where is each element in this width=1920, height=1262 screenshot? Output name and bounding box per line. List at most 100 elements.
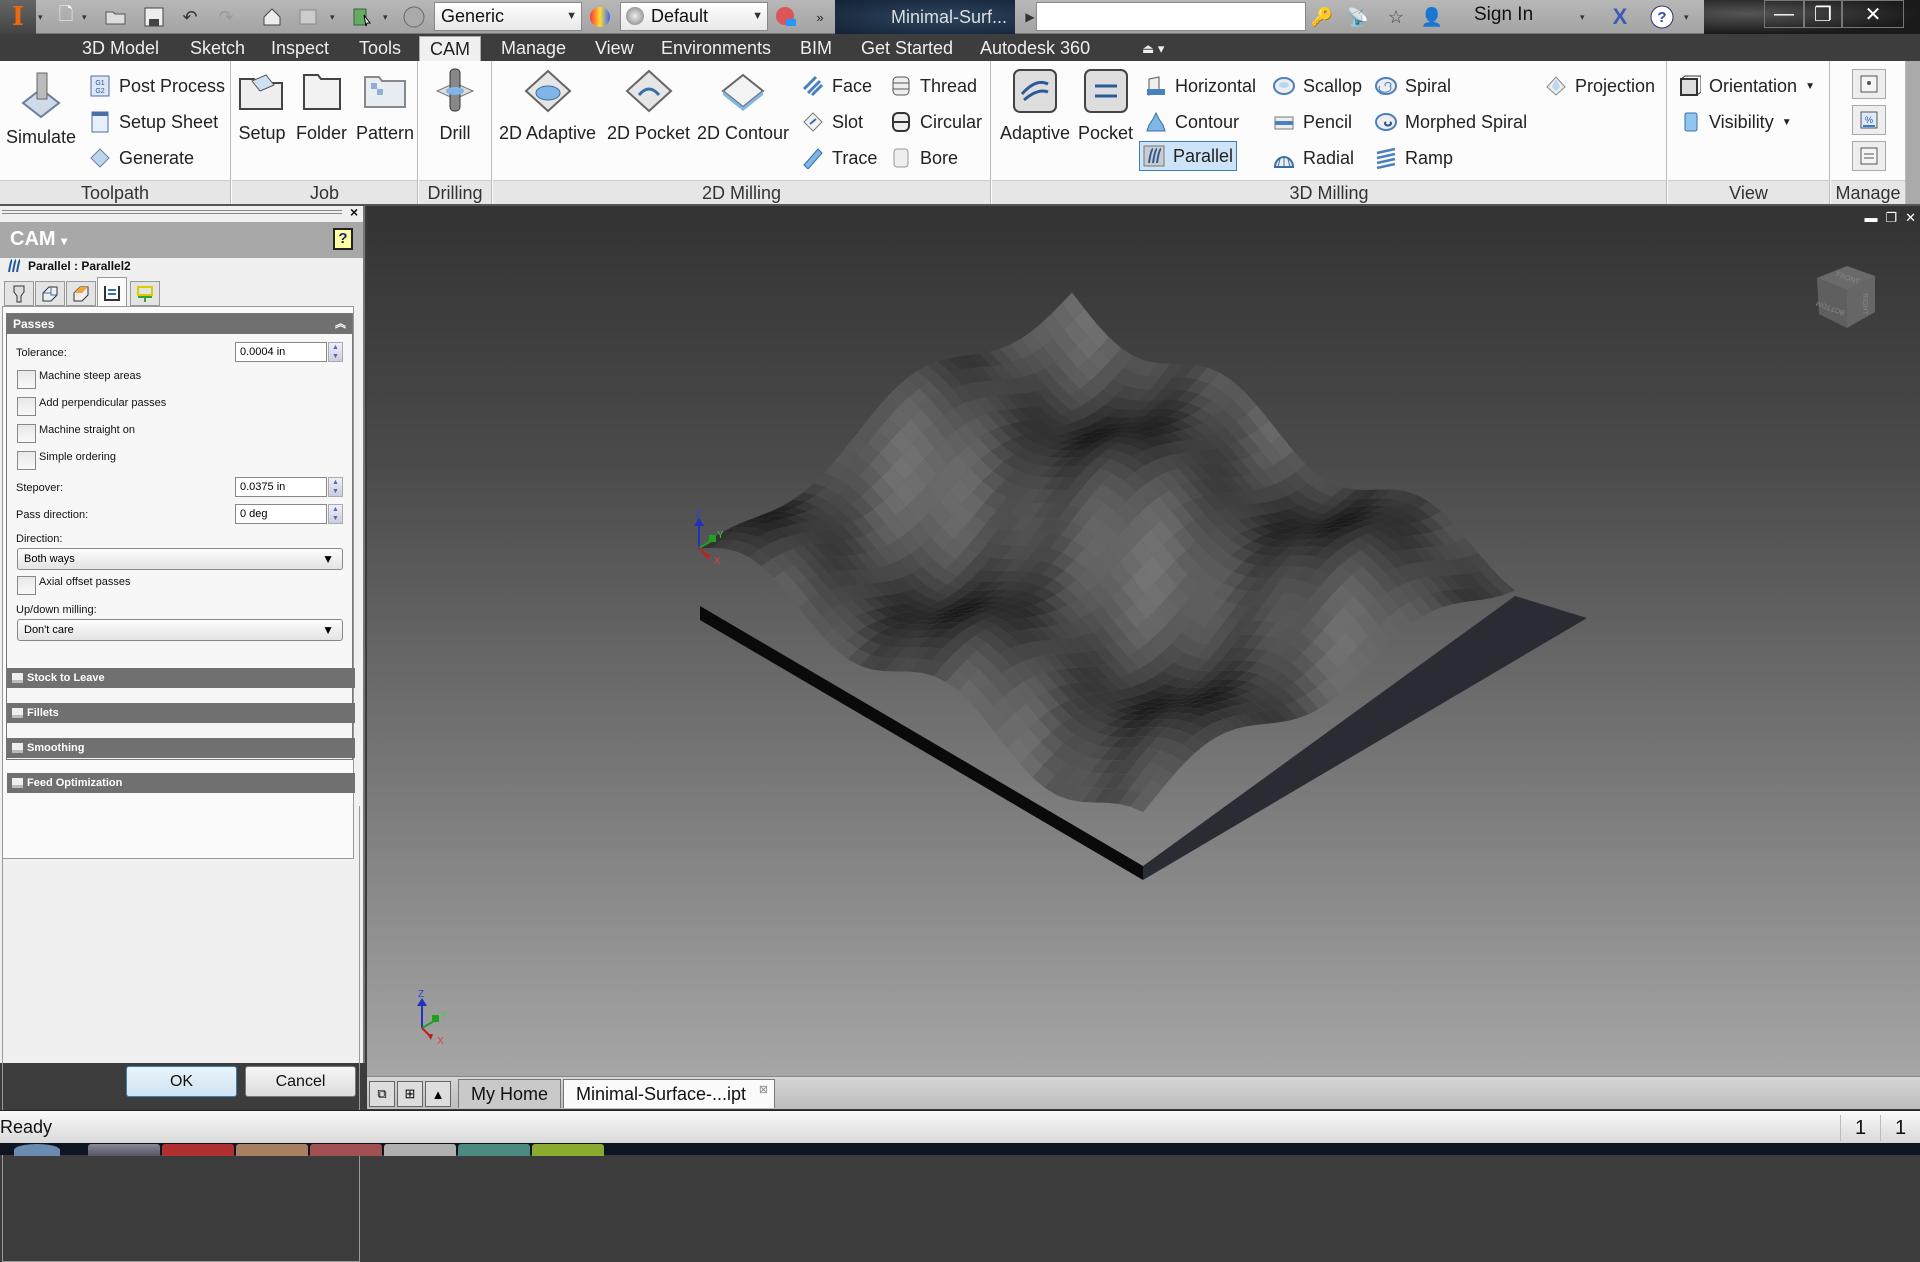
2d-adaptive-button[interactable]: 2D Adaptive bbox=[499, 67, 596, 144]
taskbar-app-4[interactable] bbox=[310, 1144, 382, 1156]
inventor-app-icon[interactable]: I bbox=[0, 0, 36, 34]
new-file-icon[interactable]: 🗋 bbox=[54, 4, 78, 29]
tab-sketch[interactable]: Sketch bbox=[184, 36, 251, 61]
start-button[interactable] bbox=[14, 1144, 60, 1156]
more-tools-icon[interactable]: » bbox=[808, 5, 832, 29]
restore-icon[interactable]: ❐ bbox=[1885, 210, 1897, 226]
section-feed-optimization[interactable]: Feed Optimization bbox=[7, 773, 355, 793]
spinner-icon[interactable]: ▲ ▼ bbox=[328, 477, 343, 497]
stepover-field[interactable]: 0.0375 in ▲ ▼ bbox=[235, 477, 343, 497]
minimize-button[interactable]: — bbox=[1764, 0, 1804, 28]
graphics-viewport[interactable]: ▬ ❐ ✕ FRONT BOTTOM RIGHT Z Y X Z Y X bbox=[367, 206, 1920, 1076]
morphed-spiral-button[interactable]: Morphed Spiral bbox=[1372, 107, 1530, 137]
new-dropdown-icon[interactable]: ▾ bbox=[82, 12, 87, 23]
updown-milling-dropdown[interactable]: Don't care ▼ bbox=[17, 619, 343, 641]
tab-autodesk-360[interactable]: Autodesk 360 bbox=[974, 36, 1096, 61]
manage-percent-button[interactable]: % bbox=[1852, 105, 1886, 135]
trace-button[interactable]: Trace bbox=[799, 143, 880, 173]
tab-get-started[interactable]: Get Started bbox=[855, 36, 959, 61]
section-stock-to-leave[interactable]: Stock to Leave bbox=[7, 668, 355, 688]
passes-tab[interactable] bbox=[97, 277, 127, 307]
manage-template-button[interactable] bbox=[1852, 69, 1886, 99]
close-button[interactable]: ✕ bbox=[1842, 0, 1904, 28]
geometry-tab[interactable] bbox=[35, 281, 65, 306]
taskbar-app-5[interactable] bbox=[384, 1144, 456, 1156]
redo-icon[interactable]: ↷ bbox=[214, 5, 238, 29]
taskbar-app-7[interactable] bbox=[532, 1144, 604, 1156]
help-icon[interactable]: ? bbox=[1650, 5, 1674, 29]
cam-menu[interactable]: CAM ▾ bbox=[10, 228, 67, 251]
section-fillets[interactable]: Fillets bbox=[7, 703, 355, 723]
ribbon-display-options-icon[interactable]: ⏏ ▾ bbox=[1136, 36, 1170, 61]
sign-in-dropdown-icon[interactable]: ▾ bbox=[1580, 12, 1585, 23]
setup-sheet-button[interactable]: Setup Sheet bbox=[86, 107, 221, 137]
ribbon-scrollbar[interactable] bbox=[1906, 61, 1920, 204]
tolerance-value[interactable]: 0.0004 in bbox=[235, 342, 327, 362]
app-menu-dropdown-icon[interactable]: ▾ bbox=[38, 12, 43, 23]
2d-pocket-button[interactable]: 2D Pocket bbox=[607, 67, 690, 144]
update-icon[interactable] bbox=[296, 5, 320, 29]
help-search-input[interactable] bbox=[1036, 2, 1306, 31]
ramp-button[interactable]: Ramp bbox=[1372, 143, 1456, 173]
appearance-color-icon[interactable] bbox=[588, 5, 612, 29]
circular-button[interactable]: Circular bbox=[887, 107, 985, 137]
tab-inspect[interactable]: Inspect bbox=[265, 36, 335, 61]
thread-button[interactable]: Thread bbox=[887, 71, 980, 101]
cancel-button[interactable]: Cancel bbox=[245, 1066, 356, 1097]
help-icon[interactable]: ? bbox=[333, 228, 353, 250]
adaptive-button[interactable]: Adaptive bbox=[1000, 67, 1070, 144]
cascade-windows-icon[interactable]: ⧉ bbox=[369, 1081, 395, 1107]
3d-pocket-button[interactable]: Pocket bbox=[1078, 67, 1133, 144]
bore-button[interactable]: Bore bbox=[887, 143, 961, 173]
select-dropdown-icon[interactable]: ▾ bbox=[383, 12, 388, 23]
help-dropdown-icon[interactable]: ▾ bbox=[1684, 12, 1689, 23]
projection-button[interactable]: Projection bbox=[1542, 71, 1658, 101]
material-combo[interactable]: Generic ▼ bbox=[434, 2, 582, 31]
heights-tab[interactable] bbox=[66, 281, 96, 306]
tab-tools[interactable]: Tools bbox=[353, 36, 407, 61]
section-smoothing[interactable]: Smoothing bbox=[7, 738, 355, 758]
parallel-button[interactable]: Parallel bbox=[1139, 141, 1238, 171]
close-tab-icon[interactable]: ⊠ bbox=[759, 1076, 768, 1104]
manage-list-button[interactable] bbox=[1852, 141, 1886, 171]
passes-header[interactable]: Passes ︽ bbox=[7, 314, 352, 334]
restore-button[interactable]: ❐ bbox=[1804, 0, 1842, 28]
key-icon[interactable]: 🔑 bbox=[1310, 5, 1334, 29]
contour-button[interactable]: Contour bbox=[1142, 107, 1242, 137]
machine-steep-areas-checkbox[interactable] bbox=[17, 370, 36, 389]
panel-grip[interactable] bbox=[2, 210, 342, 214]
axial-offset-passes-checkbox[interactable] bbox=[17, 576, 36, 595]
machine-straight-on-checkbox[interactable] bbox=[17, 424, 36, 443]
undo-icon[interactable]: ↶ bbox=[178, 5, 202, 29]
star-icon[interactable]: ☆ bbox=[1384, 5, 1408, 29]
slot-button[interactable]: Slot bbox=[799, 107, 866, 137]
ok-button[interactable]: OK bbox=[126, 1066, 237, 1097]
face-button[interactable]: Face bbox=[799, 71, 875, 101]
tab-cam[interactable]: CAM bbox=[419, 36, 481, 61]
tab-3d-model[interactable]: 3D Model bbox=[76, 36, 165, 61]
select-icon[interactable] bbox=[350, 5, 374, 29]
folder-button[interactable]: Folder bbox=[296, 67, 347, 144]
stepover-value[interactable]: 0.0375 in bbox=[235, 477, 327, 497]
horizontal-button[interactable]: Horizontal bbox=[1142, 71, 1259, 101]
doc-tab-minimal-surface[interactable]: Minimal-Surface-...ipt ⊠ bbox=[563, 1076, 776, 1108]
tile-windows-icon[interactable]: ⊞ bbox=[397, 1081, 423, 1107]
setup-button[interactable]: Setup bbox=[238, 67, 286, 144]
user-icon[interactable]: 👤 bbox=[1420, 5, 1444, 29]
2d-contour-button[interactable]: 2D Contour bbox=[697, 67, 789, 144]
taskbar-app-3[interactable] bbox=[236, 1144, 308, 1156]
open-folder-icon[interactable] bbox=[104, 5, 128, 29]
clear-appearance-icon[interactable] bbox=[774, 5, 798, 29]
appearance-combo[interactable]: Default ▼ bbox=[620, 2, 768, 31]
open-documents-menu-icon[interactable]: ▲ bbox=[425, 1081, 451, 1107]
close-icon[interactable]: ✕ bbox=[1905, 210, 1916, 226]
visibility-button[interactable]: Visibility ▼ bbox=[1676, 107, 1795, 137]
doc-tab-my-home[interactable]: My Home bbox=[458, 1079, 562, 1108]
generate-button[interactable]: Generate bbox=[86, 143, 197, 173]
spiral-button[interactable]: Spiral bbox=[1372, 71, 1454, 101]
save-icon[interactable] bbox=[142, 5, 166, 29]
taskbar-app-6[interactable] bbox=[458, 1144, 530, 1156]
tab-manage[interactable]: Manage bbox=[495, 36, 572, 61]
pencil-button[interactable]: Pencil bbox=[1270, 107, 1355, 137]
minimize-icon[interactable]: ▬ bbox=[1864, 210, 1877, 226]
